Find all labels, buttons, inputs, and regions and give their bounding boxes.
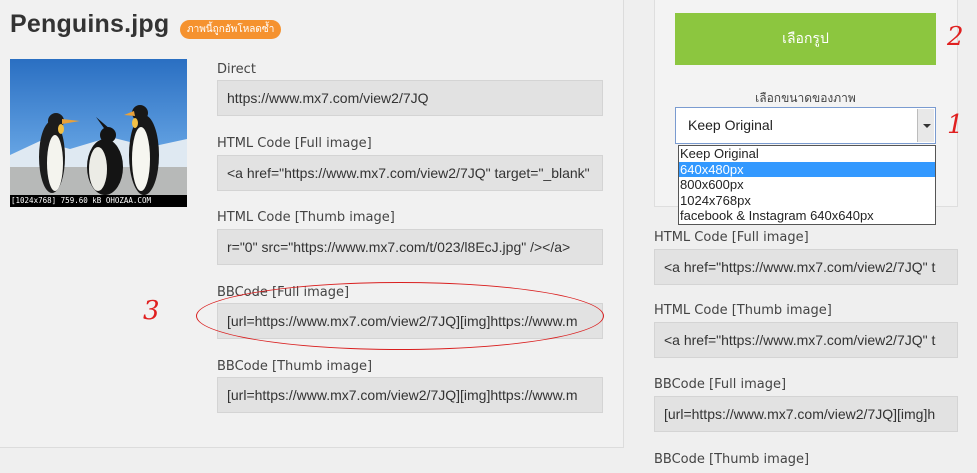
image-thumbnail[interactable]: [1024x768] 759.60 kB OHOZAA.COM xyxy=(10,59,187,207)
direct-label: Direct xyxy=(217,62,256,77)
right-bbcode-thumb-label: BBCode [Thumb image] xyxy=(654,452,810,467)
thumbnail-caption: [1024x768] 759.60 kB OHOZAA.COM xyxy=(10,195,187,207)
annotation-number-2: 2 xyxy=(947,22,964,52)
annotation-number-3: 3 xyxy=(143,296,160,326)
page-title: Penguins.jpg xyxy=(10,10,170,38)
image-size-select[interactable]: Keep Original xyxy=(675,107,936,144)
html-thumb-code-field[interactable]: r="0" src="https://www.mx7.com/t/023/l8E… xyxy=(217,229,603,265)
right-html-thumb-code-field[interactable]: <a href="https://www.mx7.com/view2/7JQ" … xyxy=(654,322,958,358)
direct-link-field[interactable]: https://www.mx7.com/view2/7JQ xyxy=(217,80,603,116)
right-html-full-label: HTML Code [Full image] xyxy=(654,230,809,245)
bbcode-thumb-label: BBCode [Thumb image] xyxy=(217,359,373,374)
annotation-highlight-ellipse xyxy=(196,282,604,350)
html-full-code-field[interactable]: <a href="https://www.mx7.com/view2/7JQ" … xyxy=(217,155,603,191)
duplicate-upload-badge: ภาพนี้ถูกอัพโหลดซ้ำ xyxy=(180,20,282,39)
size-option-keep-original[interactable]: Keep Original xyxy=(679,146,935,162)
html-full-label: HTML Code [Full image] xyxy=(217,136,372,151)
size-option-800x600[interactable]: 800x600px xyxy=(679,177,935,193)
penguins-image xyxy=(10,59,187,207)
html-thumb-label: HTML Code [Thumb image] xyxy=(217,210,395,225)
image-size-dropdown-list: Keep Original 640x480px 800x600px 1024x7… xyxy=(678,145,936,225)
image-size-label: เลือกขนาดของภาพ xyxy=(755,91,856,105)
right-bbcode-full-label: BBCode [Full image] xyxy=(654,377,787,392)
right-html-thumb-label: HTML Code [Thumb image] xyxy=(654,303,832,318)
image-size-selected-value: Keep Original xyxy=(688,117,773,133)
size-option-1024x768[interactable]: 1024x768px xyxy=(679,193,935,209)
size-option-640x480[interactable]: 640x480px xyxy=(679,161,935,178)
choose-image-button[interactable]: เลือกรูป xyxy=(675,13,936,65)
annotation-number-1: 1 xyxy=(947,110,964,140)
right-bbcode-full-code-field[interactable]: [url=https://www.mx7.com/view2/7JQ][img]… xyxy=(654,396,958,432)
upload-result-panel: Penguins.jpg ภาพนี้ถูกอัพโหลดซ้ำ [1024x7… xyxy=(0,0,624,448)
right-html-full-code-field[interactable]: <a href="https://www.mx7.com/view2/7JQ" … xyxy=(654,249,958,285)
bbcode-thumb-code-field[interactable]: [url=https://www.mx7.com/view2/7JQ][img]… xyxy=(217,377,603,413)
size-option-facebook-instagram[interactable]: facebook & Instagram 640x640px xyxy=(679,208,935,224)
chevron-down-icon[interactable] xyxy=(917,109,934,142)
